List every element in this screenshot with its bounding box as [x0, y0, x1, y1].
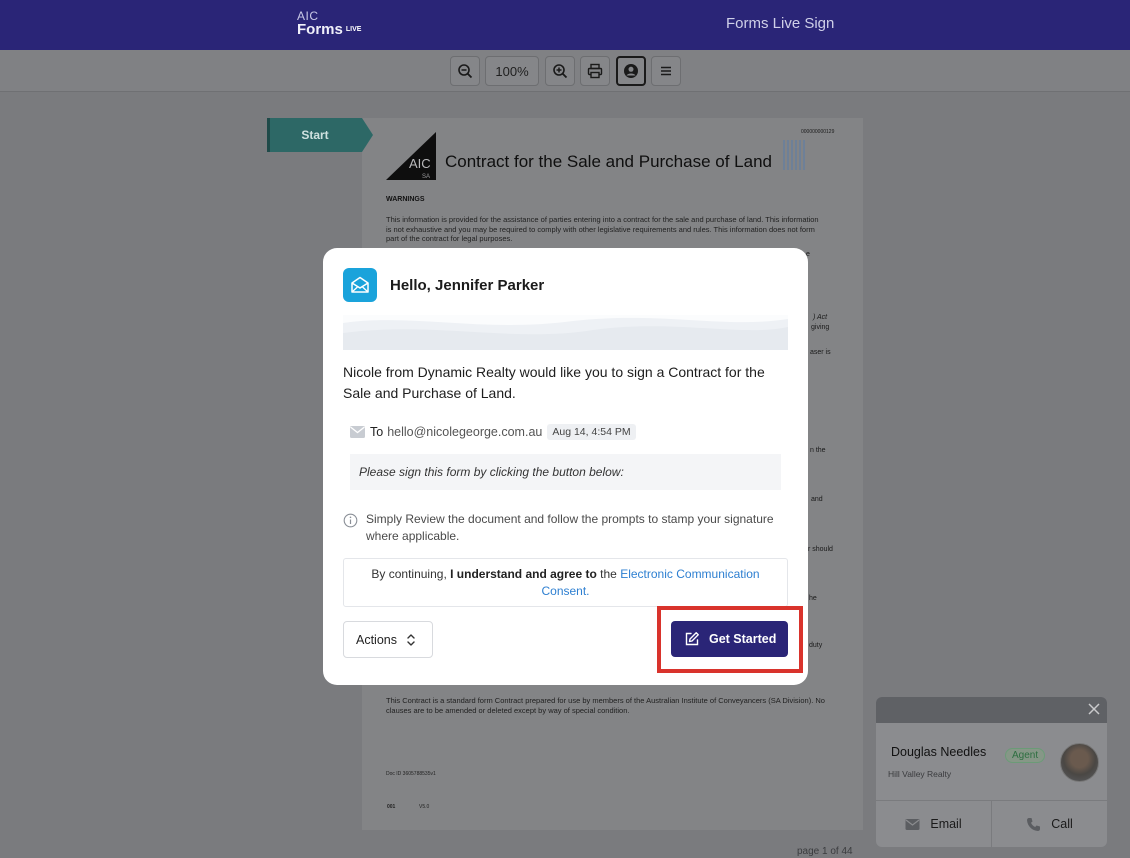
text-fragment: aser is — [810, 349, 831, 356]
mail-icon — [350, 426, 365, 438]
email-label: Email — [930, 817, 962, 831]
instruction-box: Please sign this form by clicking the bu… — [350, 454, 781, 490]
recipient-line: To hello@nicolegeorge.com.au Aug 14, 4:5… — [350, 424, 636, 440]
text-fragment: n the — [810, 447, 826, 454]
info-note: Simply Review the document and follow th… — [343, 511, 788, 545]
call-agent-button[interactable]: Call — [992, 801, 1107, 847]
greeting-title: Hello, Jennifer Parker — [390, 277, 545, 294]
phone-icon — [1027, 817, 1041, 831]
consent-the: the — [600, 567, 617, 581]
document-toolbar: 100% — [0, 50, 1130, 92]
aic-logo-sub: SA — [422, 174, 430, 180]
agent-card: Douglas Needles Agent Hill Valley Realty… — [876, 697, 1107, 847]
aic-sa-logo: AIC SA — [386, 132, 436, 180]
header-title: Forms Live Sign — [726, 15, 835, 32]
highlight-box — [657, 606, 803, 673]
menu-button[interactable] — [651, 56, 681, 86]
text-fragment: r should — [808, 546, 833, 553]
contract-footer-text: This Contract is a standard form Contrac… — [386, 696, 825, 715]
start-marker[interactable]: Start — [267, 118, 373, 152]
print-button[interactable] — [580, 56, 610, 86]
sent-date-badge: Aug 14, 4:54 PM — [547, 424, 636, 440]
email-agent-button[interactable]: Email — [876, 801, 991, 847]
actions-dropdown[interactable]: Actions — [343, 621, 433, 658]
doc-version: V5.0 — [419, 804, 430, 810]
agent-company: Hill Valley Realty — [888, 769, 952, 779]
zoom-out-button[interactable] — [450, 56, 480, 86]
text-fragment: ) Act — [813, 314, 828, 321]
agent-badge: Agent — [1005, 748, 1046, 763]
doc-id: Doc ID 3605788535v1 — [386, 771, 436, 777]
user-view-button[interactable] — [616, 56, 646, 86]
consent-prefix: By continuing, — [371, 567, 447, 581]
to-label: To — [370, 425, 384, 439]
info-icon — [343, 513, 358, 528]
chevron-up-down-icon — [407, 633, 415, 646]
consent-box: By continuing, I understand and agree to… — [343, 558, 788, 607]
menu-icon — [661, 66, 671, 76]
logo-live-badge: LIVE — [345, 26, 362, 34]
document-code: 000000000129 — [801, 129, 835, 135]
text-fragment: duty — [809, 642, 823, 649]
doc-number: 001 — [387, 804, 396, 810]
document-title: Contract for the Sale and Purchase of La… — [445, 152, 772, 171]
avatar — [1060, 743, 1099, 782]
start-label: Start — [301, 128, 329, 142]
agent-name: Douglas Needles — [891, 745, 987, 759]
call-label: Call — [1051, 817, 1073, 831]
aic-logo-text: AIC — [409, 156, 431, 171]
info-text: Simply Review the document and follow th… — [366, 512, 774, 543]
consent-bold: I understand and agree to — [450, 567, 597, 581]
top-header: AIC Forms LIVE Forms Live Sign — [0, 0, 1130, 50]
text-fragment: he — [809, 595, 817, 602]
logo-line2: Forms — [297, 21, 343, 38]
zoom-in-button[interactable] — [545, 56, 575, 86]
page-indicator: page 1 of 44 — [797, 846, 853, 857]
user-circle-icon — [624, 64, 638, 78]
zoom-out-icon — [458, 64, 473, 79]
decorative-wave — [343, 315, 788, 350]
actions-label: Actions — [356, 632, 397, 647]
recipient-email: hello@nicolegeorge.com.au — [387, 425, 543, 439]
text-fragment: and — [811, 496, 823, 503]
print-icon — [587, 63, 603, 79]
zoom-level[interactable]: 100% — [485, 56, 539, 86]
zoom-in-icon — [553, 64, 568, 79]
qr-code-icon — [783, 140, 805, 170]
agent-card-header — [876, 697, 1107, 723]
text-fragment: giving — [811, 324, 830, 331]
aic-forms-logo[interactable]: AIC Forms LIVE — [297, 10, 361, 38]
mail-icon — [905, 818, 920, 830]
warnings-heading: WARNINGS — [386, 196, 425, 203]
envelope-open-icon — [343, 268, 377, 302]
close-icon[interactable] — [1087, 702, 1101, 716]
signing-request-message: Nicole from Dynamic Realty would like yo… — [343, 364, 765, 401]
warnings-text: This information is provided for the ass… — [386, 215, 819, 244]
